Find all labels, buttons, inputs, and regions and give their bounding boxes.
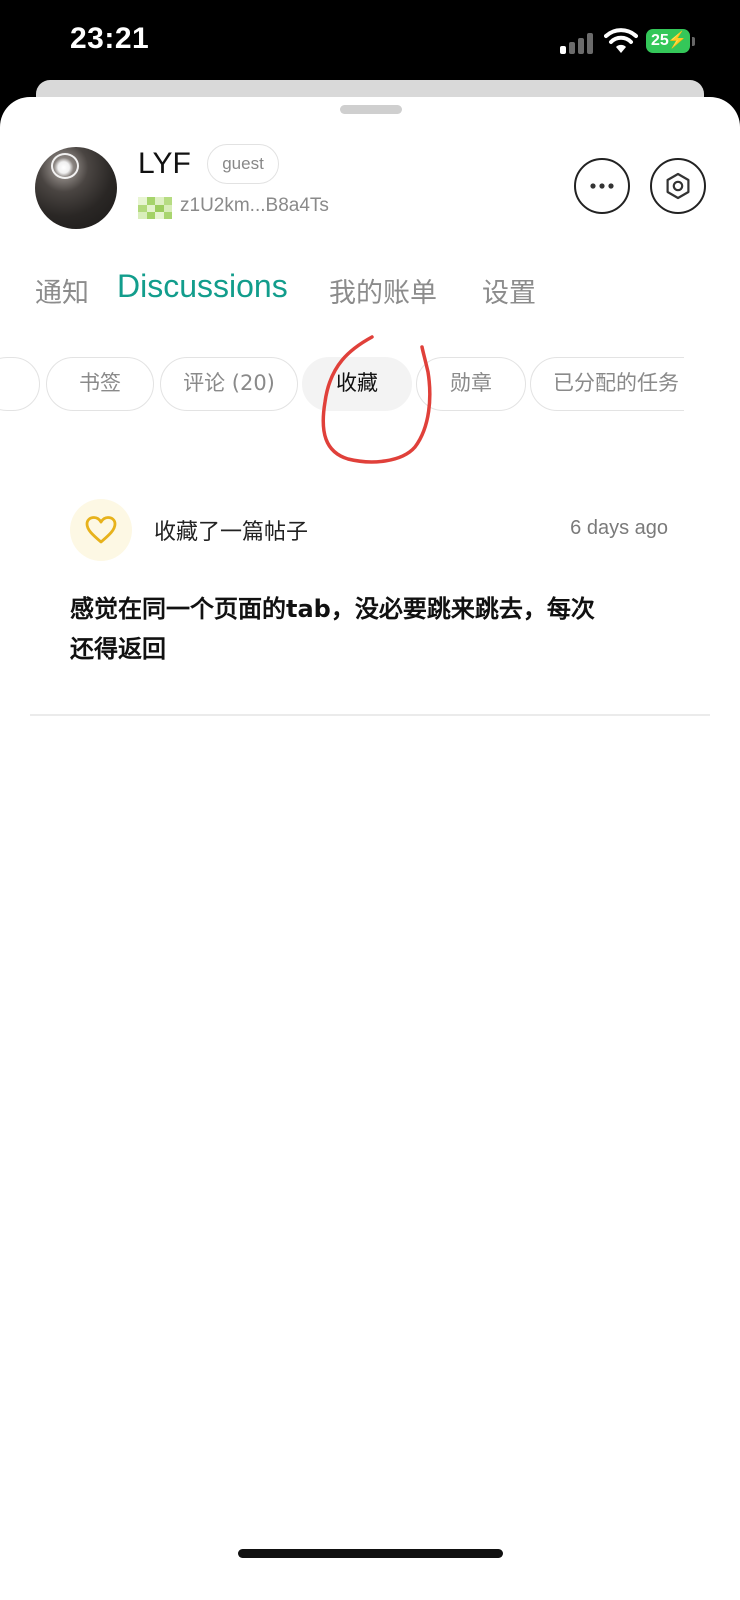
tab-discussions[interactable]: Discussions (117, 268, 288, 305)
sub-tab-bar[interactable]: 书签 评论 (20) 收藏 勋章 已分配的任务 (0, 347, 684, 427)
avatar[interactable] (35, 147, 117, 229)
tab-settings[interactable]: 设置 (482, 271, 536, 310)
sub-tab-comments[interactable]: 评论 (20) (160, 357, 298, 411)
profile-sheet: LYF guest z1U2km...B8a4Ts 通知 Discussions… (0, 97, 740, 1600)
more-button[interactable] (574, 158, 630, 214)
sub-tab-bookmarks[interactable]: 书签 (46, 357, 154, 411)
battery-tip (692, 37, 695, 46)
sub-tab-badges[interactable]: 勋章 (416, 357, 526, 411)
status-bar: 23:21 25 ⚡ (0, 0, 740, 90)
home-indicator[interactable] (238, 1549, 503, 1558)
role-badge: guest (207, 144, 279, 184)
settings-icon (666, 172, 690, 200)
activity-label: 收藏了一篇帖子 (154, 520, 309, 545)
sheet-grabber[interactable] (340, 105, 402, 114)
avatar-highlight (51, 153, 79, 179)
sub-tab-partial[interactable] (0, 357, 40, 411)
status-time: 23:21 (70, 22, 150, 55)
wallet-address[interactable]: z1U2km...B8a4Ts (180, 195, 329, 217)
sub-tab-assigned-tasks[interactable]: 已分配的任务 (530, 357, 684, 411)
wifi-icon (604, 28, 638, 53)
sub-tab-favorites[interactable]: 收藏 (302, 357, 412, 411)
settings-button[interactable] (650, 158, 706, 214)
battery-icon: 25 ⚡ (646, 29, 690, 53)
charging-bolt-icon: ⚡ (667, 32, 687, 49)
signal-icon (560, 32, 596, 54)
activity-timestamp: 6 days ago (570, 517, 668, 539)
username: LYF (138, 147, 191, 180)
post-title[interactable]: 感觉在同一个页面的tab，没必要跳来跳去，每次还得返回 (70, 589, 610, 669)
tab-notifications[interactable]: 通知 (35, 271, 89, 310)
more-icon (590, 183, 614, 189)
wallet-avatar-icon (138, 197, 172, 219)
divider (30, 714, 710, 716)
heart-icon (85, 516, 117, 544)
tab-my-bills[interactable]: 我的账单 (329, 271, 437, 310)
activity-icon-badge (70, 499, 132, 561)
